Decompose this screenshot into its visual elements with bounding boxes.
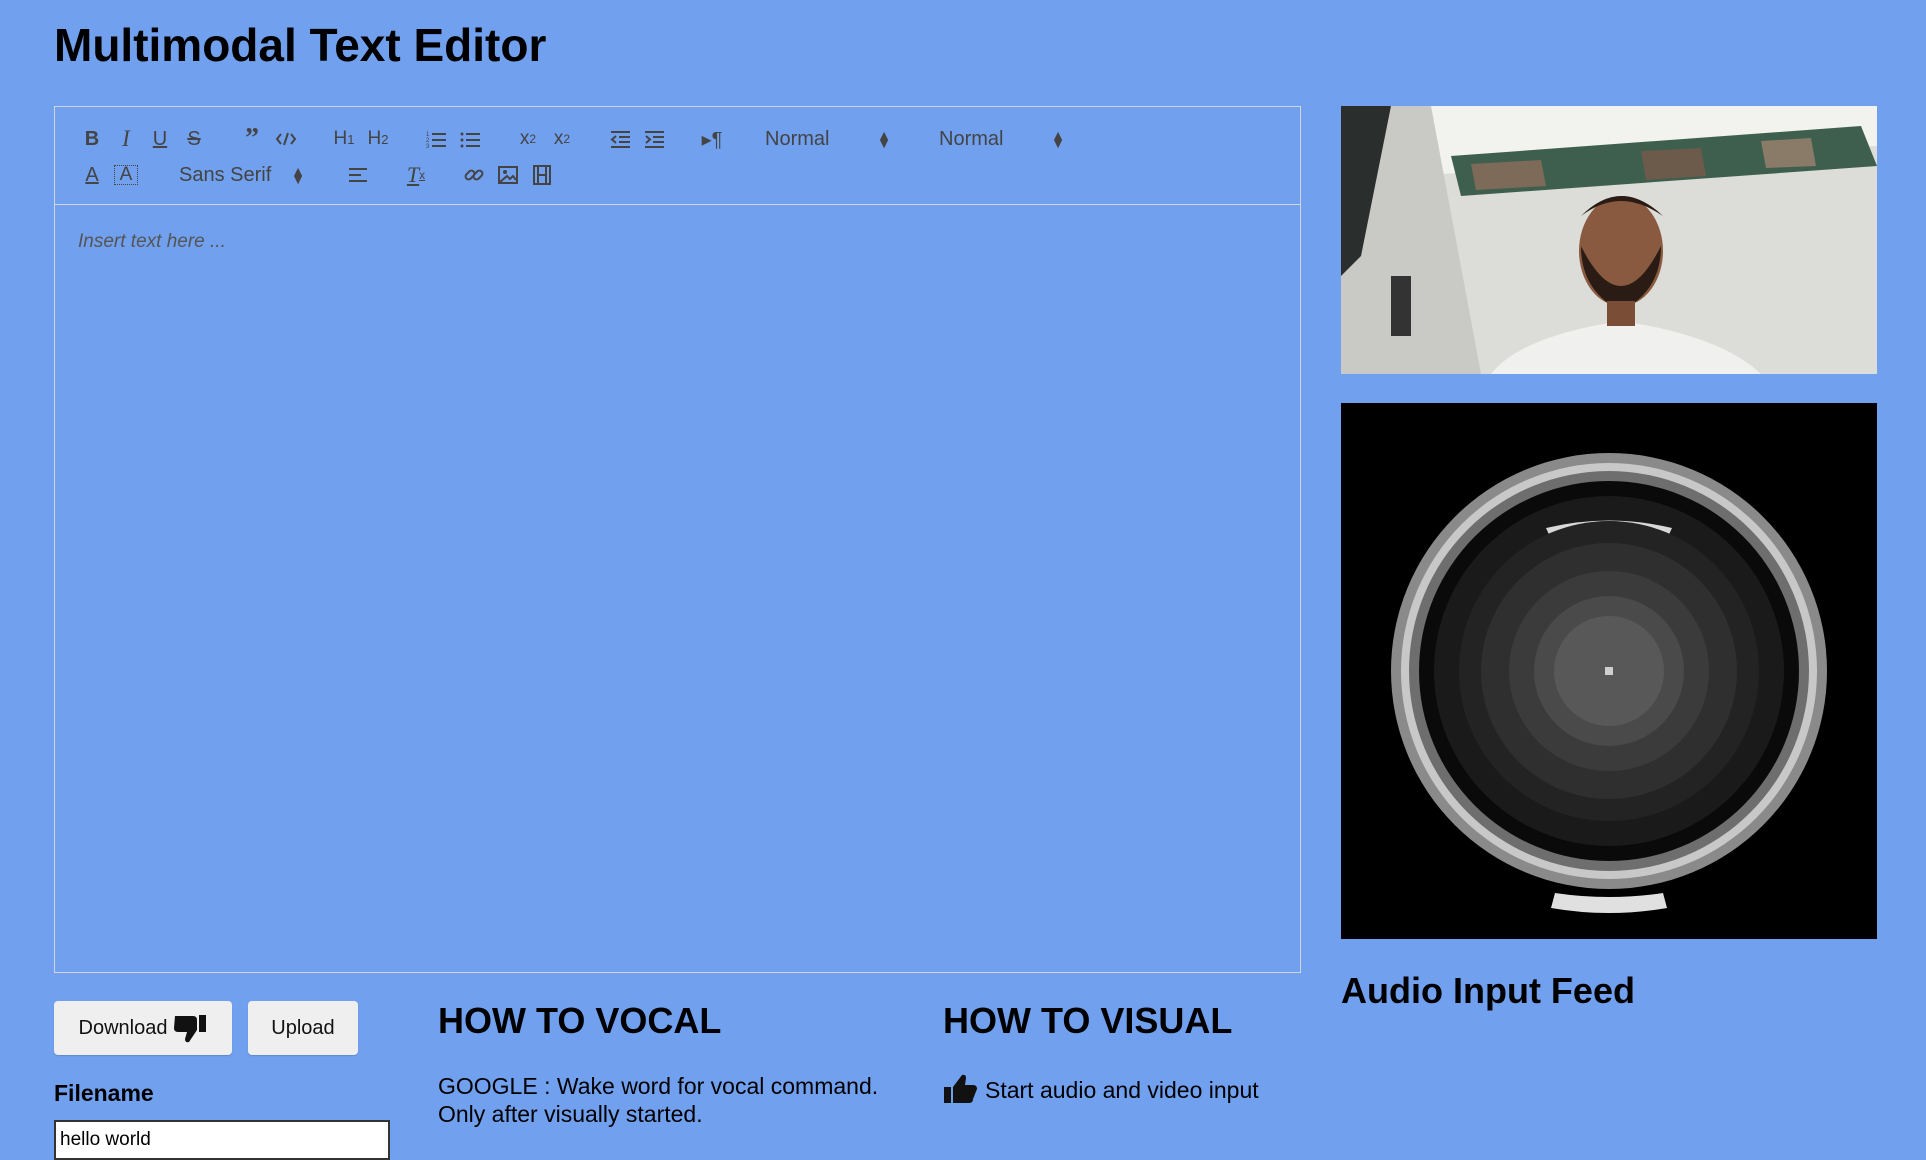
outdent-icon[interactable]	[603, 124, 637, 154]
download-button[interactable]: Download	[54, 1001, 232, 1055]
select-arrows-icon: ▲ ▼	[291, 163, 305, 187]
audio-orb-image	[1341, 403, 1877, 939]
header-select[interactable]: Normal ▲ ▼	[753, 124, 903, 154]
superscript-icon[interactable]: x2	[545, 124, 579, 154]
upload-button-label: Upload	[271, 1016, 335, 1039]
bullet-list-icon[interactable]	[453, 124, 487, 154]
video-feed	[1341, 106, 1877, 374]
font-select-value: Sans Serif	[179, 163, 272, 186]
size-select-value: Normal	[939, 127, 1004, 150]
editor-placeholder: Insert text here ...	[78, 231, 226, 252]
background-color-icon[interactable]: A	[109, 160, 143, 190]
indent-icon[interactable]	[637, 124, 671, 154]
select-arrows-icon: ▲ ▼	[1051, 127, 1065, 151]
visual-instruction-item: Start audio and video input	[943, 1073, 1259, 1107]
filename-label: Filename	[54, 1080, 154, 1106]
webcam-image	[1341, 106, 1877, 374]
text-color-icon[interactable]: A	[75, 160, 109, 190]
how-to-visual-title: HOW TO VISUAL	[943, 1000, 1233, 1041]
upload-button[interactable]: Upload	[248, 1001, 358, 1055]
thumbs-down-icon	[174, 1015, 207, 1043]
strike-icon[interactable]: S	[177, 124, 211, 154]
filename-input[interactable]	[54, 1120, 390, 1160]
audio-input-feed-label: Audio Input Feed	[1341, 970, 1635, 1011]
header-select-value: Normal	[765, 127, 830, 150]
bold-icon[interactable]: B	[75, 124, 109, 154]
h1-icon[interactable]: H1	[327, 124, 361, 154]
underline-icon[interactable]: U	[143, 124, 177, 154]
link-icon[interactable]	[457, 160, 491, 190]
italic-icon[interactable]: I	[109, 124, 143, 154]
font-select[interactable]: Sans Serif ▲ ▼	[167, 160, 317, 190]
editor-text-area[interactable]: Insert text here ...	[55, 205, 1300, 972]
text-editor: B I U S ” H1 H2 123 x2 x2 ▸¶ Normal ▲ ▼ …	[54, 106, 1301, 973]
audio-visualizer	[1341, 403, 1877, 939]
select-arrows-icon: ▲ ▼	[877, 127, 891, 151]
code-block-icon[interactable]	[269, 124, 303, 154]
image-icon[interactable]	[491, 160, 525, 190]
toolbar-row-2: A A Sans Serif ▲ ▼ Tx	[75, 160, 559, 190]
visual-instruction-text: Start audio and video input	[985, 1076, 1259, 1103]
size-select[interactable]: Normal ▲ ▼	[927, 124, 1077, 154]
video-icon[interactable]	[525, 160, 559, 190]
toolbar-row-1: B I U S ” H1 H2 123 x2 x2 ▸¶ Normal ▲ ▼ …	[75, 123, 1077, 154]
align-icon[interactable]	[341, 160, 375, 190]
how-to-vocal-title: HOW TO VOCAL	[438, 1000, 722, 1041]
rtl-icon[interactable]: ▸¶	[695, 124, 729, 154]
svg-text:3: 3	[426, 144, 430, 150]
page-title: Multimodal Text Editor	[54, 19, 547, 71]
clean-format-icon[interactable]: Tx	[399, 160, 433, 190]
download-button-label: Download	[78, 1016, 168, 1039]
ordered-list-icon[interactable]: 123	[419, 124, 453, 154]
how-to-vocal-description: GOOGLE : Wake word for vocal command. On…	[438, 1073, 879, 1127]
thumbs-up-icon	[944, 1074, 977, 1103]
editor-toolbar: B I U S ” H1 H2 123 x2 x2 ▸¶ Normal ▲ ▼ …	[55, 107, 1300, 205]
blockquote-icon[interactable]: ”	[235, 123, 269, 154]
h2-icon[interactable]: H2	[361, 124, 395, 154]
subscript-icon[interactable]: x2	[511, 124, 545, 154]
